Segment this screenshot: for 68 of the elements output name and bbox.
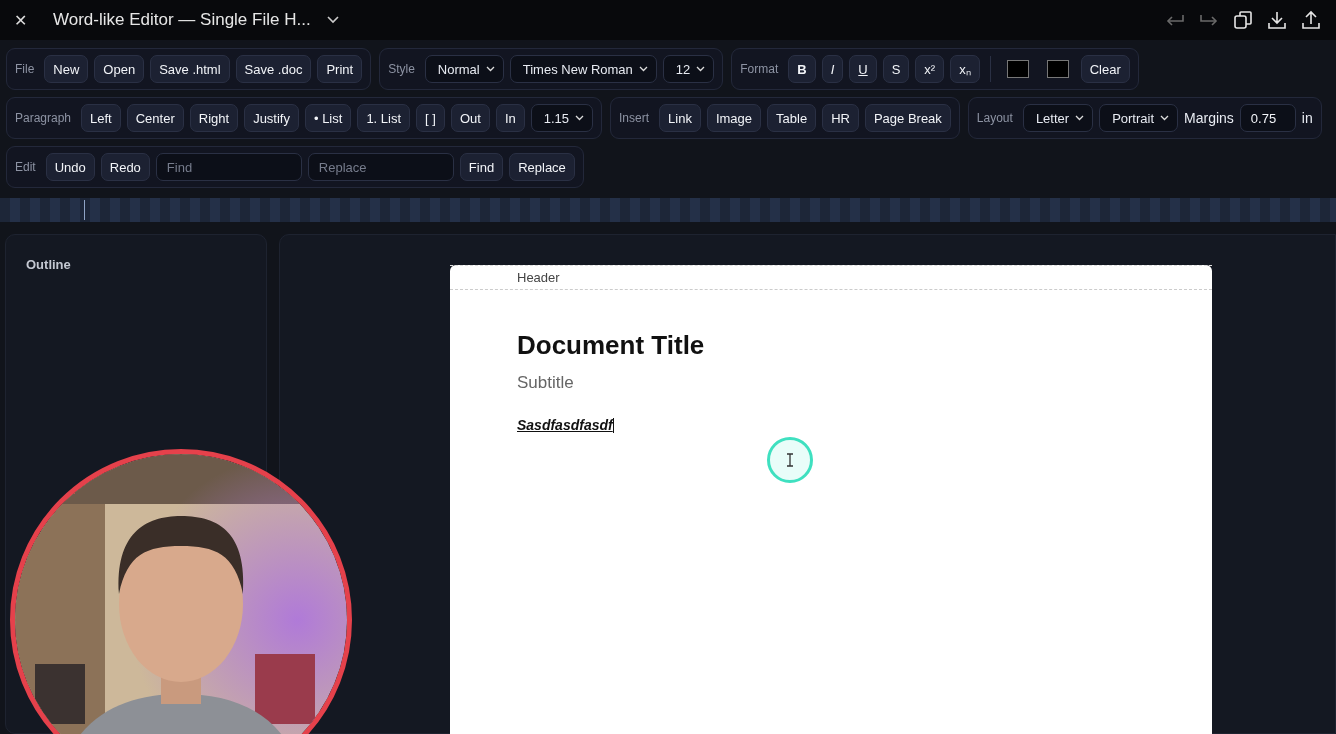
toolbar-button[interactable]: Open: [94, 55, 145, 83]
toolbar-button[interactable]: I: [821, 55, 844, 83]
margins-label: Margins: [1184, 110, 1234, 126]
chevron-down-icon[interactable]: [326, 16, 339, 24]
toolbar-button[interactable]: Page Break: [864, 104, 951, 132]
chevron-down-icon: [1160, 115, 1170, 121]
dropdown[interactable]: 1.15: [530, 104, 594, 132]
toolbar-button[interactable]: x²: [915, 55, 945, 83]
toolbar-button[interactable]: Image: [706, 104, 762, 132]
chevron-down-icon: [485, 66, 495, 72]
margins-label: in: [1301, 110, 1313, 126]
close-button[interactable]: ✕: [14, 10, 27, 30]
toolbar-button[interactable]: Print: [317, 55, 363, 83]
toolbar-button[interactable]: HR: [822, 104, 859, 132]
toolbar-button[interactable]: Table: [767, 104, 817, 132]
toolbar-button[interactable]: Undo: [45, 153, 95, 181]
dropdown[interactable]: Normal: [424, 55, 504, 83]
copy-icon[interactable]: [1232, 9, 1254, 31]
chevron-down-icon: [696, 66, 706, 72]
group-label: Edit: [15, 160, 36, 174]
toolbar-button[interactable]: Clear: [1080, 55, 1130, 83]
toolbar-button[interactable]: Replace: [509, 153, 575, 181]
toolbar-button[interactable]: In: [495, 104, 525, 132]
group-label: Insert: [619, 111, 650, 125]
toolbar-button[interactable]: Justify: [244, 104, 299, 132]
input-field[interactable]: Find: [155, 153, 302, 181]
toolbar-button[interactable]: U: [849, 55, 877, 83]
toolbar-button[interactable]: [ ]: [416, 104, 445, 132]
toolbar-button[interactable]: Find: [459, 153, 504, 181]
download-icon[interactable]: [1266, 9, 1288, 31]
toolbar-button[interactable]: Out: [450, 104, 490, 132]
chevron-down-icon: [575, 115, 585, 121]
toolbar-button[interactable]: Save .html: [150, 55, 230, 83]
toolbar-button[interactable]: Left: [81, 104, 121, 132]
document-title: Document Title: [517, 330, 706, 361]
dropdown[interactable]: Letter: [1022, 104, 1094, 132]
toolbar-button[interactable]: S: [882, 55, 910, 83]
chevron-down-icon: [1075, 115, 1085, 121]
toolbar-button[interactable]: Right: [189, 104, 239, 132]
text-cursor-icon: [785, 453, 795, 467]
outline-title: Outline: [26, 257, 71, 272]
input-field[interactable]: 0.75: [1239, 104, 1296, 132]
toolbar-button[interactable]: Link: [659, 104, 701, 132]
color-swatch[interactable]: [1006, 60, 1029, 78]
chevron-down-icon: [638, 66, 648, 72]
group-label: Layout: [976, 111, 1013, 125]
upload-icon[interactable]: [1300, 9, 1322, 31]
toolbar-button[interactable]: • List: [304, 104, 352, 132]
group-label: Style: [388, 62, 415, 76]
group-label: Paragraph: [15, 111, 72, 125]
paragraph-text: Sasdfasdfasdf: [517, 417, 613, 433]
dropdown[interactable]: 12: [662, 55, 715, 83]
toolbar-button[interactable]: Redo: [100, 153, 150, 181]
color-swatch[interactable]: [1046, 60, 1069, 78]
toolbar-button[interactable]: B: [788, 55, 816, 83]
window-title: Word-like Editor — Single File H...: [53, 10, 311, 30]
toolbar-button[interactable]: New: [44, 55, 89, 83]
group-label: Format: [740, 62, 779, 76]
toolbar-button[interactable]: 1. List: [357, 104, 411, 132]
page-header: Header: [517, 270, 560, 285]
document-subtitle: Subtitle: [517, 373, 575, 393]
dropdown[interactable]: Portrait: [1099, 104, 1179, 132]
toolbar-button[interactable]: xₙ: [950, 55, 980, 83]
group-label: File: [15, 62, 35, 76]
input-field[interactable]: Replace: [307, 153, 454, 181]
toolbar-button[interactable]: Center: [126, 104, 184, 132]
dropdown[interactable]: Times New Roman: [509, 55, 657, 83]
toolbar-button[interactable]: Save .doc: [235, 55, 312, 83]
